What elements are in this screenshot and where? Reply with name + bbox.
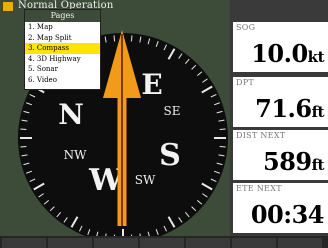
field-ete-next[interactable]: ETE NEXT 00:34 [233, 183, 328, 233]
field-value: 00:34 [250, 200, 325, 229]
pages-menu[interactable]: Pages 1. Map 2. Map Split 3. Compass 4. … [24, 9, 101, 90]
menu-item-map[interactable]: 1. Map [25, 22, 100, 33]
field-label: ETE NEXT [236, 184, 282, 193]
screen: E SE S SW W NW N Normal Operation Pages … [0, 0, 328, 248]
menu-item-compass[interactable]: 3. Compass [25, 43, 100, 54]
compass-tick [219, 145, 226, 148]
softkey-6[interactable] [232, 238, 276, 248]
field-value: 10.0kt [251, 39, 324, 68]
field-number: 10.0 [251, 39, 308, 68]
menu-item-3d-highway[interactable]: 4. 3D Highway [25, 54, 100, 65]
softkey-3[interactable] [94, 238, 138, 248]
field-sog[interactable]: SOG 10.0kt [233, 22, 328, 72]
softkey-2[interactable] [48, 238, 92, 248]
menu-item-sonar[interactable]: 5. Sonar [25, 64, 100, 75]
compass-tick [113, 35, 116, 42]
field-label: SOG [236, 23, 256, 32]
pages-menu-header: Pages [25, 10, 100, 22]
field-unit: ft [311, 103, 325, 121]
data-fields-panel: SOG 10.0kt DPT 71.6ft DIST NEXT 589ft ET… [230, 0, 328, 236]
field-number: 00:34 [250, 200, 325, 229]
compass-label-sw: SW [135, 173, 156, 187]
menu-item-video[interactable]: 6. Video [25, 75, 100, 86]
field-label: DPT [236, 78, 255, 87]
folder-icon [2, 1, 14, 12]
softkey-1[interactable] [2, 238, 46, 248]
compass-tick [20, 145, 27, 148]
field-dist-next[interactable]: DIST NEXT 589ft [233, 130, 328, 180]
field-number: 589 [263, 147, 312, 176]
field-label: DIST NEXT [236, 131, 286, 140]
menu-item-map-split[interactable]: 2. Map Split [25, 33, 100, 44]
field-unit: ft [311, 156, 325, 174]
compass-label-e: E [141, 68, 162, 101]
field-number: 71.6 [255, 94, 312, 123]
softkey-7[interactable] [278, 238, 322, 248]
compass-tick [20, 128, 27, 131]
compass-label-n: N [58, 98, 84, 131]
compass-tick [130, 35, 133, 42]
field-dpt[interactable]: DPT 71.6ft [233, 77, 328, 127]
compass-label-s: S [159, 138, 181, 173]
field-value: 589ft [263, 147, 325, 176]
softkey-5[interactable] [186, 238, 230, 248]
field-unit: kt [307, 48, 325, 66]
field-value: 71.6ft [255, 94, 324, 123]
softkey-4[interactable] [140, 238, 184, 248]
compass-label-nw: NW [64, 148, 88, 162]
compass-tick [219, 128, 226, 131]
compass-label-se: SE [164, 104, 181, 118]
